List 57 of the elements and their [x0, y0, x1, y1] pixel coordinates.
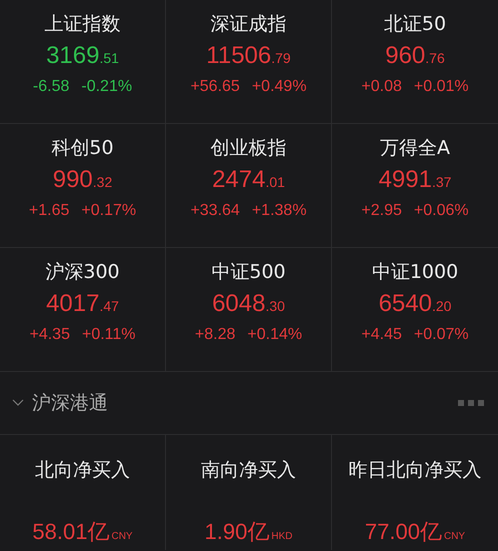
flow-card[interactable]: 南向净买入 1.90亿 HKD — [166, 435, 332, 550]
flow-card[interactable]: 北向净买入 58.01亿 CNY — [0, 435, 166, 550]
chevron-icon[interactable] — [12, 399, 24, 407]
index-card[interactable]: 中证500 6048.30 +8.28 +0.14% — [166, 248, 332, 372]
index-name: 深证成指 — [210, 12, 286, 37]
index-price: 960.76 — [385, 41, 445, 71]
index-change: +4.35 — [29, 326, 70, 344]
index-price: 11506.79 — [206, 41, 291, 71]
index-name: 创业板指 — [210, 136, 286, 161]
index-change: +33.64 — [190, 202, 240, 220]
index-name: 万得全A — [380, 136, 450, 161]
index-name: 沪深300 — [45, 260, 120, 285]
index-name: 中证500 — [211, 260, 286, 285]
index-percent: -0.21% — [81, 78, 132, 96]
index-price: 3169.51 — [46, 41, 119, 71]
index-card[interactable]: 万得全A 4991.37 +2.95 +0.06% — [332, 124, 498, 248]
index-price: 6048.30 — [212, 289, 285, 319]
index-percent: +0.11% — [82, 326, 136, 344]
index-card[interactable]: 沪深300 4017.47 +4.35 +0.11% — [0, 248, 166, 372]
index-percent: +0.49% — [252, 78, 307, 96]
index-change: +56.65 — [190, 78, 240, 96]
more-icon[interactable] — [458, 400, 484, 406]
index-price: 6540.20 — [378, 289, 452, 319]
index-price: 990.32 — [52, 165, 112, 195]
flow-label: 北向净买入 — [35, 458, 130, 483]
index-card[interactable]: 北证50 960.76 +0.08 +0.01% — [332, 0, 498, 124]
flow-value: 58.01亿 CNY — [32, 518, 133, 546]
index-change: +1.65 — [28, 202, 70, 220]
index-change: +4.45 — [361, 326, 402, 344]
index-card[interactable]: 深证成指 11506.79 +56.65 +0.49% — [166, 0, 332, 124]
index-card[interactable]: 科创50 990.32 +1.65 +0.17% — [0, 124, 166, 248]
index-change: +8.28 — [194, 326, 236, 344]
index-name: 科创50 — [51, 136, 114, 161]
index-price: 4017.47 — [46, 289, 119, 319]
index-percent: +0.06% — [414, 202, 469, 220]
index-change: +2.95 — [361, 202, 402, 220]
index-card[interactable]: 上证指数 3169.51 -6.58 -0.21% — [0, 0, 166, 124]
flow-label: 南向净买入 — [201, 458, 296, 483]
index-price: 4991.37 — [378, 165, 452, 195]
flow-value: 1.90亿 HKD — [204, 518, 292, 546]
index-change: +0.08 — [361, 78, 402, 96]
flow-label: 昨日北向净买入 — [348, 458, 482, 483]
index-percent: +0.14% — [247, 326, 302, 344]
index-name: 北证50 — [384, 12, 446, 37]
index-percent: +0.17% — [81, 202, 136, 220]
index-percent: +0.07% — [414, 326, 469, 344]
index-card[interactable]: 创业板指 2474.01 +33.64 +1.38% — [166, 124, 332, 248]
index-name: 上证指数 — [44, 12, 120, 37]
index-card[interactable]: 中证1000 6540.20 +4.45 +0.07% — [332, 248, 498, 372]
flow-value: 77.00亿 CNY — [364, 518, 466, 546]
index-change: -6.58 — [32, 78, 70, 96]
flow-card[interactable]: 昨日北向净买入 77.00亿 CNY — [332, 435, 498, 550]
section-title: 沪深港通 — [32, 391, 109, 416]
index-name: 中证1000 — [372, 260, 458, 285]
index-percent: +0.01% — [414, 78, 469, 96]
index-percent: +1.38% — [252, 202, 307, 220]
index-price: 2474.01 — [212, 165, 285, 195]
